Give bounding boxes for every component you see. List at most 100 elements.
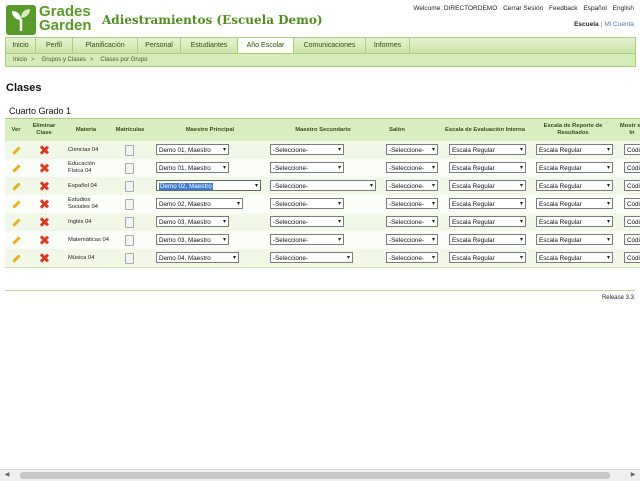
materia-cell: Matemáticas 04 xyxy=(68,236,109,243)
salon-select[interactable]: -Seleccione- xyxy=(386,216,438,227)
nav-ano-escolar[interactable]: Año Escolar xyxy=(238,38,294,54)
maestro-principal-select[interactable]: Demo 02, Maestro xyxy=(156,180,261,191)
maestro-principal-select[interactable]: Demo 03, Maestro xyxy=(156,216,229,227)
crumb-inicio[interactable]: Inicio xyxy=(13,57,27,63)
document-icon[interactable] xyxy=(125,180,134,192)
maestro-principal-select[interactable]: Demo 02, Maestro xyxy=(156,198,243,209)
delete-x-icon[interactable] xyxy=(40,146,48,154)
col-matriculas: Matrículas xyxy=(115,126,145,133)
scrollbar-thumb[interactable] xyxy=(20,472,610,479)
codigo-select[interactable]: Códi xyxy=(624,144,640,155)
scroll-right-icon[interactable]: ▶ xyxy=(628,470,638,481)
nav-comunicaciones[interactable]: Comunicaciones xyxy=(294,38,366,54)
delete-x-icon[interactable] xyxy=(40,254,48,262)
salon-select[interactable]: -Seleccione- xyxy=(386,180,438,191)
document-icon[interactable] xyxy=(125,216,134,228)
materia-cell: Inglés 04 xyxy=(68,218,92,225)
grade-title: Cuarto Grado 1 xyxy=(9,106,72,116)
table-row: Estudios Sociales 04 Demo 02, Maestro -S… xyxy=(5,195,640,214)
escala-eval-select[interactable]: Escala Regular xyxy=(449,144,526,155)
salon-select[interactable]: -Seleccione- xyxy=(386,198,438,209)
pencil-icon[interactable] xyxy=(11,218,20,227)
codigo-select[interactable]: Códi xyxy=(624,234,640,245)
col-escala-eval: Escala de Evaluación Interna xyxy=(445,126,525,133)
delete-x-icon[interactable] xyxy=(40,218,48,226)
salon-select[interactable]: -Seleccione- xyxy=(386,144,438,155)
delete-x-icon[interactable] xyxy=(40,236,48,244)
materia-cell: Español 04 xyxy=(68,182,98,189)
col-materia: Materia xyxy=(75,126,97,133)
maestro-secundario-select[interactable]: -Seleccione- xyxy=(270,162,344,173)
document-icon[interactable] xyxy=(125,234,134,246)
scroll-left-icon[interactable]: ◀ xyxy=(2,470,12,481)
codigo-select[interactable]: Códi xyxy=(624,216,640,227)
escala-eval-select[interactable]: Escala Regular xyxy=(449,234,526,245)
pencil-icon[interactable] xyxy=(11,182,20,191)
escala-eval-select[interactable]: Escala Regular xyxy=(449,162,526,173)
lang-en-link[interactable]: English xyxy=(613,5,634,12)
maestro-secundario-select[interactable]: -Seleccione- xyxy=(270,252,353,263)
escala-reporte-select[interactable]: Escala Regular xyxy=(536,144,613,155)
logout-link[interactable]: Cerrar Sesión xyxy=(503,5,543,12)
nav-planificacion[interactable]: Planificación xyxy=(73,38,138,54)
codigo-select[interactable]: Códi xyxy=(624,198,640,209)
escala-reporte-select[interactable]: Escala Regular xyxy=(536,234,613,245)
maestro-principal-select[interactable]: Demo 01, Maestro xyxy=(156,144,229,155)
nav-perfil[interactable]: Perfil xyxy=(36,38,73,54)
feedback-link[interactable]: Feedback xyxy=(549,5,578,12)
horizontal-scrollbar[interactable]: ◀ ▶ xyxy=(0,469,640,481)
maestro-principal-select[interactable]: Demo 04, Maestro xyxy=(156,252,239,263)
escala-eval-select[interactable]: Escala Regular xyxy=(449,216,526,227)
document-icon[interactable] xyxy=(125,252,134,264)
nav-informes[interactable]: Informes xyxy=(366,38,410,54)
maestro-secundario-select[interactable]: -Seleccione- xyxy=(270,180,376,191)
grades-garden-logo[interactable]: Grades Garden xyxy=(6,4,94,36)
delete-x-icon[interactable] xyxy=(40,200,48,208)
escala-reporte-select[interactable]: Escala Regular xyxy=(536,198,613,209)
pencil-icon[interactable] xyxy=(11,200,20,209)
document-icon[interactable] xyxy=(125,162,134,174)
delete-x-icon[interactable] xyxy=(40,164,48,172)
materia-cell: Estudios Sociales 04 xyxy=(68,197,98,210)
document-icon[interactable] xyxy=(125,144,134,156)
escala-reporte-select[interactable]: Escala Regular xyxy=(536,162,613,173)
pencil-icon[interactable] xyxy=(11,236,20,245)
materia-cell: Educación Física 04 xyxy=(68,161,96,174)
pencil-icon[interactable] xyxy=(11,146,20,155)
delete-x-icon[interactable] xyxy=(40,182,48,190)
codigo-select[interactable]: Códi xyxy=(624,180,640,191)
breadcrumb: Inicio > Grupos y Clases > Clases por Grupo xyxy=(5,53,636,67)
pencil-icon[interactable] xyxy=(11,254,20,263)
maestro-secundario-select[interactable]: -Seleccione- xyxy=(270,144,344,155)
escala-eval-select[interactable]: Escala Regular xyxy=(449,180,526,191)
lang-es-link[interactable]: Español xyxy=(583,5,607,12)
escala-reporte-select[interactable]: Escala Regular xyxy=(536,216,613,227)
escala-reporte-select[interactable]: Escala Regular xyxy=(536,180,613,191)
codigo-select[interactable]: Códi xyxy=(624,162,640,173)
nav-personal[interactable]: Personal xyxy=(138,38,181,54)
my-account-link[interactable]: Mi Cuenta xyxy=(604,21,634,28)
table-row: Ciencias 04 Demo 01, Maestro -Seleccione… xyxy=(5,141,640,160)
codigo-select[interactable]: Códi xyxy=(624,252,640,263)
document-icon[interactable] xyxy=(125,198,134,210)
footer-divider xyxy=(5,290,635,291)
escala-eval-select[interactable]: Escala Regular xyxy=(449,252,526,263)
maestro-principal-select[interactable]: Demo 03, Maestro xyxy=(156,234,229,245)
col-escala-reporte: Escala de Reporte de Resultados xyxy=(543,123,603,136)
salon-select[interactable]: -Seleccione- xyxy=(386,162,438,173)
table-row: Música 04 Demo 04, Maestro -Seleccione- … xyxy=(5,249,640,268)
col-eliminar: Eliminar Clase xyxy=(32,123,56,136)
salon-select[interactable]: -Seleccione- xyxy=(386,252,438,263)
maestro-secundario-select[interactable]: -Seleccione- xyxy=(270,198,344,209)
school-link[interactable]: Escuela xyxy=(574,21,599,28)
salon-select[interactable]: -Seleccione- xyxy=(386,234,438,245)
maestro-principal-select[interactable]: Demo 01, Maestro xyxy=(156,162,229,173)
nav-estudiantes[interactable]: Estudiantes xyxy=(181,38,238,54)
maestro-secundario-select[interactable]: -Seleccione- xyxy=(270,216,344,227)
escala-reporte-select[interactable]: Escala Regular xyxy=(536,252,613,263)
pencil-icon[interactable] xyxy=(11,164,20,173)
nav-inicio[interactable]: Inicio xyxy=(6,38,36,54)
maestro-secundario-select[interactable]: -Seleccione- xyxy=(270,234,344,245)
crumb-grupos[interactable]: Grupos y Clases xyxy=(42,57,86,63)
escala-eval-select[interactable]: Escala Regular xyxy=(449,198,526,209)
